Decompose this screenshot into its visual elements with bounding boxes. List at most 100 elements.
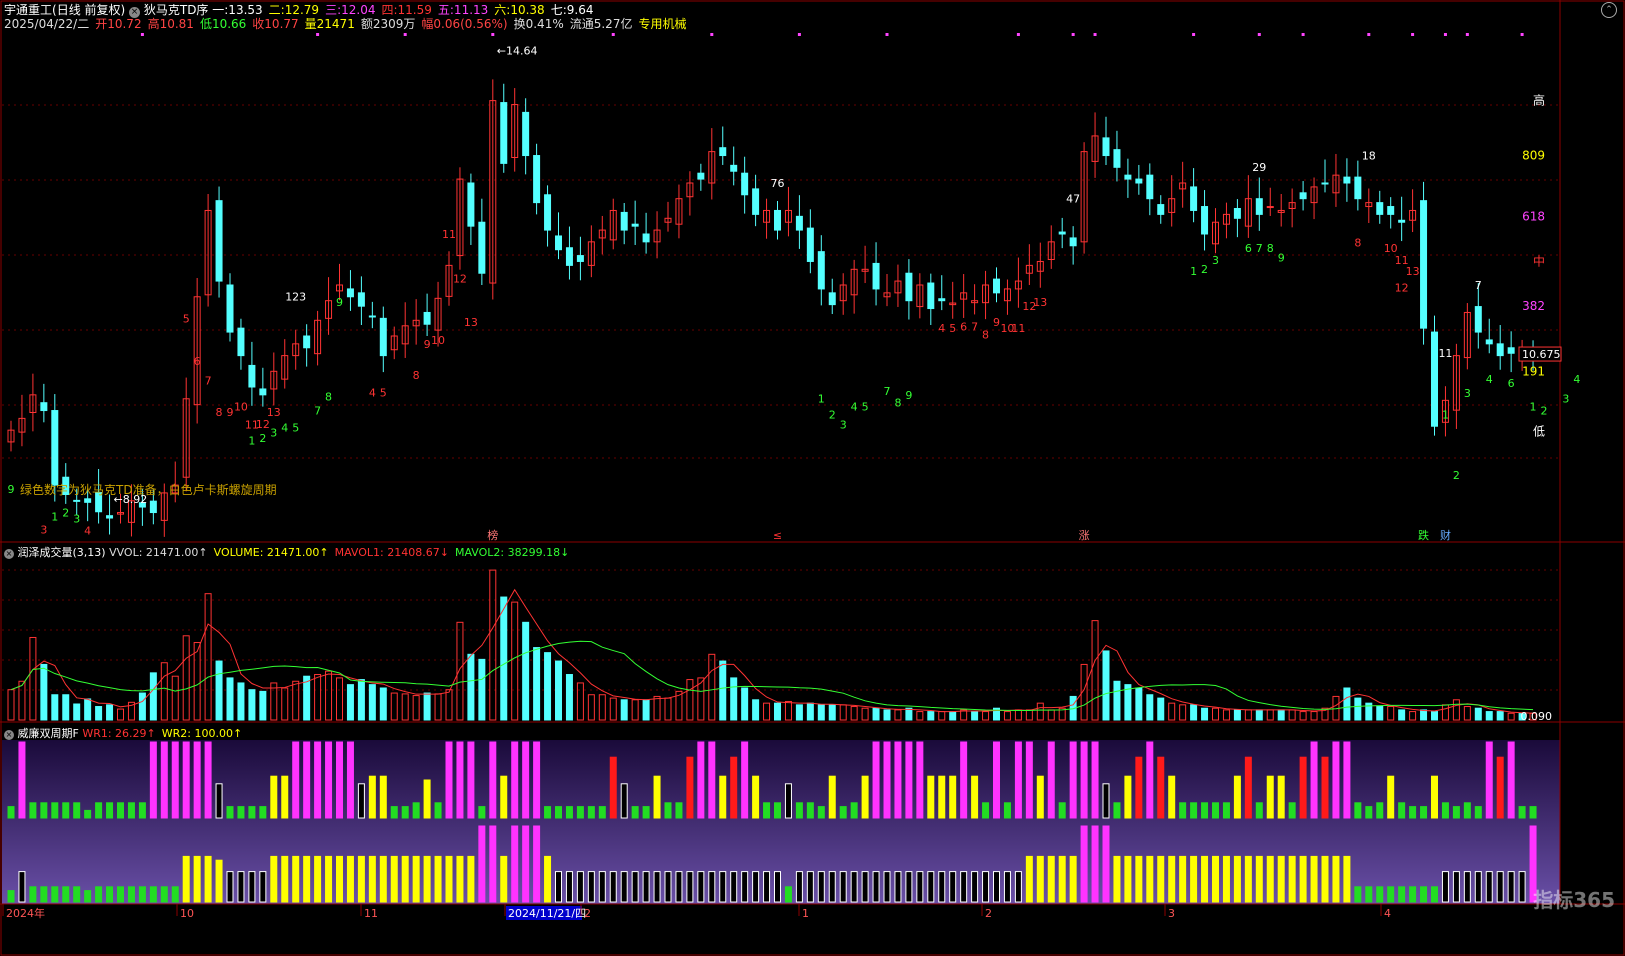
candle-down (565, 247, 573, 266)
volume-bar (193, 642, 201, 721)
volume-bar (1025, 709, 1033, 721)
panel-toggle-icon[interactable]: × (4, 730, 14, 740)
window-maximize-icon[interactable]: ⌃ (1601, 2, 1617, 18)
td-countdown-number: 9 (424, 338, 431, 351)
wr2-bar (1321, 855, 1329, 903)
candle-down (1420, 200, 1428, 329)
wr1-bar (511, 741, 519, 819)
wr1-bar (1332, 741, 1340, 819)
wr2-bar (730, 871, 738, 903)
candle-down (73, 499, 81, 502)
wr2-bar (1157, 855, 1165, 903)
wr2-bar (160, 886, 168, 903)
signal-marker (710, 33, 714, 36)
wr1-bar (489, 741, 497, 819)
td-setup-number: 9 (905, 389, 912, 402)
time-axis-label: 11 (364, 907, 378, 920)
wr-panel-title[interactable]: 威廉双周期F (18, 727, 79, 740)
volume-bar (40, 663, 48, 721)
td-countdown-number: 4 (938, 322, 945, 335)
wr1-bar (1431, 775, 1438, 819)
quote-item: 收10.77 (252, 17, 299, 31)
volume-bar (270, 682, 278, 721)
wr2-bar (1441, 871, 1449, 903)
candle-down (1485, 339, 1493, 345)
wr2-bar (336, 855, 343, 903)
wr2-bar (741, 871, 749, 903)
wr2-bar (379, 855, 387, 903)
signal-marker (1520, 33, 1524, 36)
wr2-bar (1113, 855, 1121, 903)
candle-down (1113, 149, 1121, 168)
volume-bar (1212, 707, 1219, 721)
td-note: 绿色数字为狄马克TD准备，白色卢卡斯螺旋周期 (20, 483, 277, 497)
lucas-cycle-number: 7 (1475, 279, 1482, 292)
td-setup-number: 7 (884, 385, 891, 398)
volume-bar (478, 658, 486, 721)
wr2-bar (664, 871, 672, 903)
td-setup-number: 4 (1573, 373, 1580, 386)
wr2-bar (270, 855, 278, 903)
signal-marker (1411, 33, 1415, 36)
volume-bar (686, 679, 694, 721)
panel-toggle-icon[interactable]: × (4, 549, 14, 559)
wr2-bar (916, 871, 924, 903)
td-setup-number: 8 (1267, 242, 1274, 255)
wr2-bar (949, 871, 957, 903)
stock-chart[interactable]: ←14.64←8.92 91 2 31 2 3 4 57891234 57891 236 7 891… (0, 0, 1625, 956)
wr2-bar (828, 871, 836, 903)
td-countdown-number: 7 (971, 321, 978, 334)
volume-bar (620, 699, 628, 721)
volume-panel-title[interactable]: 润泽成交量(3,13) (18, 546, 106, 559)
wr2-bar (325, 855, 333, 903)
header-line-2: 2025/04/22/二 开10.72 高10.81 低10.66 收10.77 量214… (4, 15, 692, 32)
time-axis-label: 1 (802, 907, 809, 920)
wr1-bar (127, 802, 135, 819)
wr2-bar (511, 825, 519, 903)
candle-down (555, 235, 562, 251)
wr2-bar (281, 855, 289, 903)
volume-bar (1343, 687, 1351, 721)
volume-bar (1003, 711, 1011, 721)
wr2-bar (894, 871, 902, 903)
candle-down (905, 272, 913, 302)
volume-bar (379, 687, 387, 721)
candle-down (1496, 343, 1504, 357)
time-axis-label: 10 (180, 907, 194, 920)
wr1-bar (40, 802, 48, 819)
volume-bar (1463, 706, 1471, 721)
wr1-bar (993, 741, 1000, 819)
wr2-bar (598, 871, 606, 903)
wr1-bar (1507, 741, 1515, 819)
volume-bar (872, 707, 880, 721)
candle-down (1146, 174, 1154, 200)
candle-down (544, 194, 552, 231)
candle-down (84, 498, 92, 503)
wr2-bar (1266, 855, 1274, 903)
wr2-bar (576, 871, 584, 903)
wr2-bar (1343, 855, 1351, 903)
wr2-bar (149, 886, 157, 903)
volume-bar (423, 692, 431, 721)
wr1-bar (817, 806, 825, 819)
candle-down (752, 188, 760, 215)
wr2-bar (1201, 855, 1209, 903)
volume-bar (1244, 709, 1252, 721)
td-countdown-number: 12 (453, 273, 467, 286)
volume-bar (1179, 704, 1187, 721)
wr2-bar (1014, 871, 1022, 903)
fib-level-label: 809 (1522, 149, 1545, 163)
td-setup-number: 4 (281, 422, 288, 435)
lucas-cycle-number: 76 (771, 177, 785, 190)
volume-bar (1496, 711, 1504, 721)
wr2-bar (960, 871, 968, 903)
wr2-bar (1332, 855, 1340, 903)
wr2-bar (872, 871, 880, 903)
td-setup-number: 2 (1453, 469, 1460, 482)
wr1-bar (664, 802, 672, 819)
volume-bar (982, 711, 990, 721)
wr1-bar (1529, 806, 1537, 819)
wr1-bar (795, 802, 803, 819)
wr1-bar (1168, 775, 1176, 819)
wr1-bar (1387, 775, 1395, 819)
